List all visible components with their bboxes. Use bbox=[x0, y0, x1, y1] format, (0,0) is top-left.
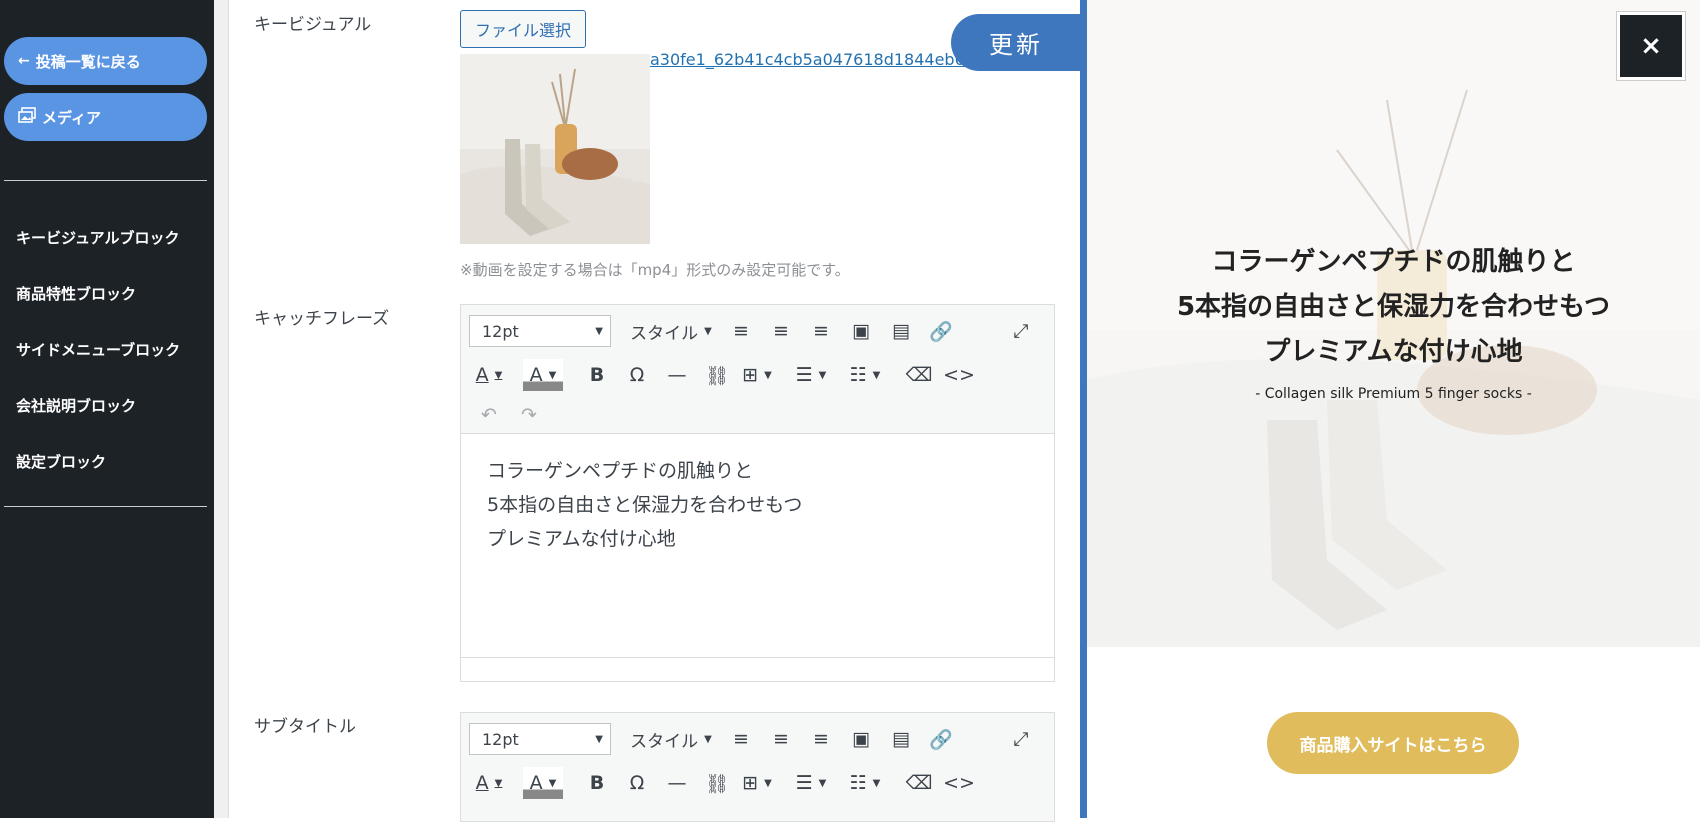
numbered-list-icon[interactable]: ☷ ▼ bbox=[845, 767, 885, 799]
subtitle-label: サブタイトル bbox=[254, 717, 356, 737]
buy-site-button[interactable]: 商品購入サイトはこちら bbox=[1267, 712, 1519, 774]
catchphrase-label: キャッチフレーズ bbox=[254, 309, 390, 329]
align-center-icon[interactable]: ≡ bbox=[761, 723, 801, 755]
sidebar-item-settings[interactable]: 設定ブロック bbox=[16, 451, 106, 472]
unlink-icon[interactable]: ⛓ bbox=[697, 359, 737, 391]
catchphrase-editor: 12pt ▼ スタイル ▼ ≡ ≡ ≡ ▣ ▤ 🔗 ⤢ A ▼ A ▼ B Ω — ⛓… bbox=[460, 304, 1055, 682]
fullscreen-icon[interactable]: ⤢ bbox=[1001, 723, 1041, 755]
chevron-down-icon: ▼ bbox=[595, 325, 603, 337]
text-color-icon[interactable]: A ▼ bbox=[469, 767, 509, 799]
catchphrase-content[interactable]: コラーゲンペプチドの肌触りと 5本指の自由さと保湿力を合わせもつ プレミアムな付… bbox=[461, 433, 1054, 657]
toolbar-row-1: 12pt ▼ スタイル ▼ ≡ ≡ ≡ ▣ ▤ 🔗 ⤢ bbox=[461, 717, 1054, 761]
code-icon[interactable]: <> bbox=[939, 359, 979, 391]
style-label: スタイル bbox=[630, 323, 699, 344]
toolbar-row-2: A ▼ A ▼ B Ω — ⛓ ⊞ ▼ ☰ ▼ ☷ ▼ ⌫ <> bbox=[461, 353, 1054, 397]
align-left-icon[interactable]: ≡ bbox=[721, 723, 761, 755]
media-icon[interactable]: ▤ bbox=[881, 723, 921, 755]
video-format-note: ※動画を設定する場合は「mp4」形式のみ設定可能です。 bbox=[460, 261, 850, 279]
bold-icon[interactable]: B bbox=[577, 767, 617, 799]
align-right-icon[interactable]: ≡ bbox=[801, 723, 841, 755]
font-size-value: 12pt bbox=[482, 321, 519, 341]
media-button[interactable]: メディア bbox=[4, 93, 207, 141]
back-to-posts-button[interactable]: ← 投稿一覧に戻る bbox=[4, 37, 207, 85]
chevron-down-icon: ▼ bbox=[704, 733, 712, 745]
redo-icon[interactable]: ↷ bbox=[509, 399, 549, 431]
content-line: 5本指の自由さと保湿力を合わせもつ bbox=[487, 494, 803, 516]
undo-icon[interactable]: ↶ bbox=[469, 399, 509, 431]
preview-divider[interactable] bbox=[1080, 0, 1087, 818]
horizontal-rule-icon[interactable]: — bbox=[657, 767, 697, 799]
sidebar-item-product-features[interactable]: 商品特性ブロック bbox=[16, 283, 136, 304]
toolbar-row-1: 12pt ▼ スタイル ▼ ≡ ≡ ≡ ▣ ▤ 🔗 ⤢ bbox=[461, 309, 1054, 353]
media-label: メディア bbox=[42, 108, 101, 127]
special-char-icon[interactable]: Ω bbox=[617, 359, 657, 391]
gutter bbox=[214, 0, 229, 818]
hero-title-line: プレミアムな付け心地 bbox=[1264, 337, 1523, 367]
font-size-select[interactable]: 12pt ▼ bbox=[469, 315, 611, 347]
sidebar-item-key-visual[interactable]: キービジュアルブロック bbox=[16, 227, 180, 248]
update-button[interactable]: 更新 bbox=[951, 14, 1081, 71]
file-select-button[interactable]: ファイル選択 bbox=[460, 10, 586, 48]
key-visual-thumbnail bbox=[460, 54, 650, 244]
background-color-icon[interactable]: A ▼ bbox=[523, 767, 563, 799]
bold-icon[interactable]: B bbox=[577, 359, 617, 391]
link-icon[interactable]: 🔗 bbox=[921, 315, 961, 347]
fullscreen-icon[interactable]: ⤢ bbox=[1001, 315, 1041, 347]
hero-title-line: コラーゲンペプチドの肌触りと bbox=[1211, 247, 1576, 277]
text-color-icon[interactable]: A ▼ bbox=[469, 359, 509, 391]
align-center-icon[interactable]: ≡ bbox=[761, 315, 801, 347]
toolbar-row-2: A ▼ A ▼ B Ω — ⛓ ⊞ ▼ ☰ ▼ ☷ ▼ ⌫ <> bbox=[461, 761, 1054, 805]
align-left-icon[interactable]: ≡ bbox=[721, 315, 761, 347]
media-icon[interactable]: ▤ bbox=[881, 315, 921, 347]
close-icon: × bbox=[1640, 31, 1662, 61]
toolbar-row-3: ↶ ↷ bbox=[461, 397, 1054, 433]
font-size-value: 12pt bbox=[482, 729, 519, 749]
numbered-list-icon[interactable]: ☷ ▼ bbox=[845, 359, 885, 391]
unlink-icon[interactable]: ⛓ bbox=[697, 767, 737, 799]
chevron-down-icon: ▼ bbox=[704, 325, 712, 337]
sidebar-divider bbox=[4, 506, 207, 507]
style-dropdown[interactable]: スタイル ▼ bbox=[621, 723, 721, 755]
content-line: コラーゲンペプチドの肌触りと bbox=[487, 460, 754, 482]
code-icon[interactable]: <> bbox=[939, 767, 979, 799]
chevron-down-icon: ▼ bbox=[595, 733, 603, 745]
background-color-icon[interactable]: A ▼ bbox=[523, 359, 563, 391]
special-char-icon[interactable]: Ω bbox=[617, 767, 657, 799]
editor-statusbar bbox=[461, 657, 1054, 681]
style-dropdown[interactable]: スタイル ▼ bbox=[621, 315, 721, 347]
hero-subtitle: - Collagen silk Premium 5 finger socks - bbox=[1255, 386, 1532, 402]
back-to-posts-label: 投稿一覧に戻る bbox=[35, 52, 141, 71]
table-icon[interactable]: ⊞ ▼ bbox=[737, 359, 777, 391]
hero-title: コラーゲンペプチドの肌触りと 5本指の自由さと保湿力を合わせもつ プレミアムな付… bbox=[1087, 240, 1700, 375]
clear-format-icon[interactable]: ⌫ bbox=[899, 359, 939, 391]
subtitle-editor: 12pt ▼ スタイル ▼ ≡ ≡ ≡ ▣ ▤ 🔗 ⤢ A ▼ A ▼ B Ω — ⛓… bbox=[460, 712, 1055, 822]
arrow-left-icon: ← bbox=[18, 53, 30, 69]
media-icon bbox=[18, 107, 36, 127]
font-size-select[interactable]: 12pt ▼ bbox=[469, 723, 611, 755]
link-icon[interactable]: 🔗 bbox=[921, 723, 961, 755]
style-label: スタイル bbox=[630, 731, 699, 752]
key-visual-label: キービジュアル bbox=[254, 15, 372, 35]
image-icon[interactable]: ▣ bbox=[841, 723, 881, 755]
close-preview-button[interactable]: × bbox=[1616, 11, 1686, 81]
file-link[interactable]: a30fe1_62b41c4cb5a047618d1844eb6... bbox=[650, 50, 970, 69]
sidebar-item-company[interactable]: 会社説明ブロック bbox=[16, 395, 136, 416]
admin-sidebar: ← 投稿一覧に戻る メディア キービジュアルブロック 商品特性ブロック サイドメ… bbox=[0, 0, 214, 818]
clear-format-icon[interactable]: ⌫ bbox=[899, 767, 939, 799]
align-right-icon[interactable]: ≡ bbox=[801, 315, 841, 347]
horizontal-rule-icon[interactable]: — bbox=[657, 359, 697, 391]
image-icon[interactable]: ▣ bbox=[841, 315, 881, 347]
content-line: プレミアムな付け心地 bbox=[487, 528, 676, 550]
bullet-list-icon[interactable]: ☰ ▼ bbox=[791, 359, 831, 391]
hero-title-line: 5本指の自由さと保湿力を合わせもつ bbox=[1176, 292, 1611, 322]
sidebar-item-side-menu[interactable]: サイドメニューブロック bbox=[16, 339, 180, 360]
sidebar-divider bbox=[4, 180, 207, 181]
table-icon[interactable]: ⊞ ▼ bbox=[737, 767, 777, 799]
preview-panel: コラーゲンペプチドの肌触りと 5本指の自由さと保湿力を合わせもつ プレミアムな付… bbox=[1087, 0, 1700, 818]
bullet-list-icon[interactable]: ☰ ▼ bbox=[791, 767, 831, 799]
